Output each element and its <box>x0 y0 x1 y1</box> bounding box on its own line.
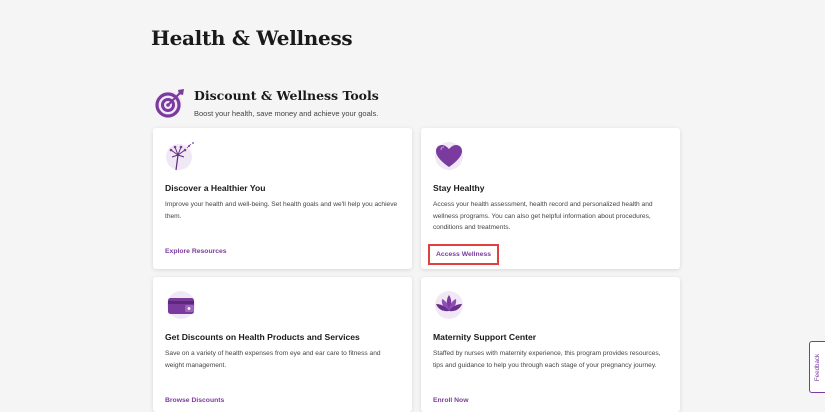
card-title: Maternity Support Center <box>433 332 537 342</box>
card-title: Stay Healthy <box>433 183 485 193</box>
card-description: Staffed by nurses with maternity experie… <box>433 350 661 369</box>
card-description: Improve your health and well-being. Set … <box>165 201 398 220</box>
explore-resources-link[interactable]: Explore Resources <box>165 248 227 255</box>
access-wellness-link[interactable]: Access Wellness <box>428 244 500 265</box>
card-title: Get Discounts on Health Products and Ser… <box>165 332 360 342</box>
card-description: Access your health assessment, health re… <box>433 201 653 231</box>
card-description: Save on a variety of health expenses fro… <box>165 350 381 369</box>
feedback-button[interactable]: Feedback <box>809 341 825 393</box>
lotus-icon <box>433 289 465 321</box>
page-title: Health & Wellness <box>151 26 353 50</box>
card-get-discounts: Get Discounts on Health Products and Ser… <box>153 277 412 412</box>
card-stay-healthy: Stay Healthy Access your health assessme… <box>421 128 680 269</box>
browse-discounts-link[interactable]: Browse Discounts <box>165 397 224 404</box>
section-subtitle: Boost your health, save money and achiev… <box>194 109 379 118</box>
card-maternity-support-center: Maternity Support Center Staffed by nurs… <box>421 277 680 412</box>
feedback-label: Feedback <box>814 353 821 381</box>
target-icon <box>153 86 187 120</box>
wallet-card-icon <box>165 289 197 321</box>
enroll-now-link[interactable]: Enroll Now <box>433 397 469 404</box>
card-title: Discover a Healthier You <box>165 183 266 193</box>
card-discover-healthier-you: Discover a Healthier You Improve your he… <box>153 128 412 269</box>
heart-icon <box>433 140 465 172</box>
dandelion-icon <box>165 140 197 172</box>
section-title: Discount & Wellness Tools <box>194 88 379 103</box>
